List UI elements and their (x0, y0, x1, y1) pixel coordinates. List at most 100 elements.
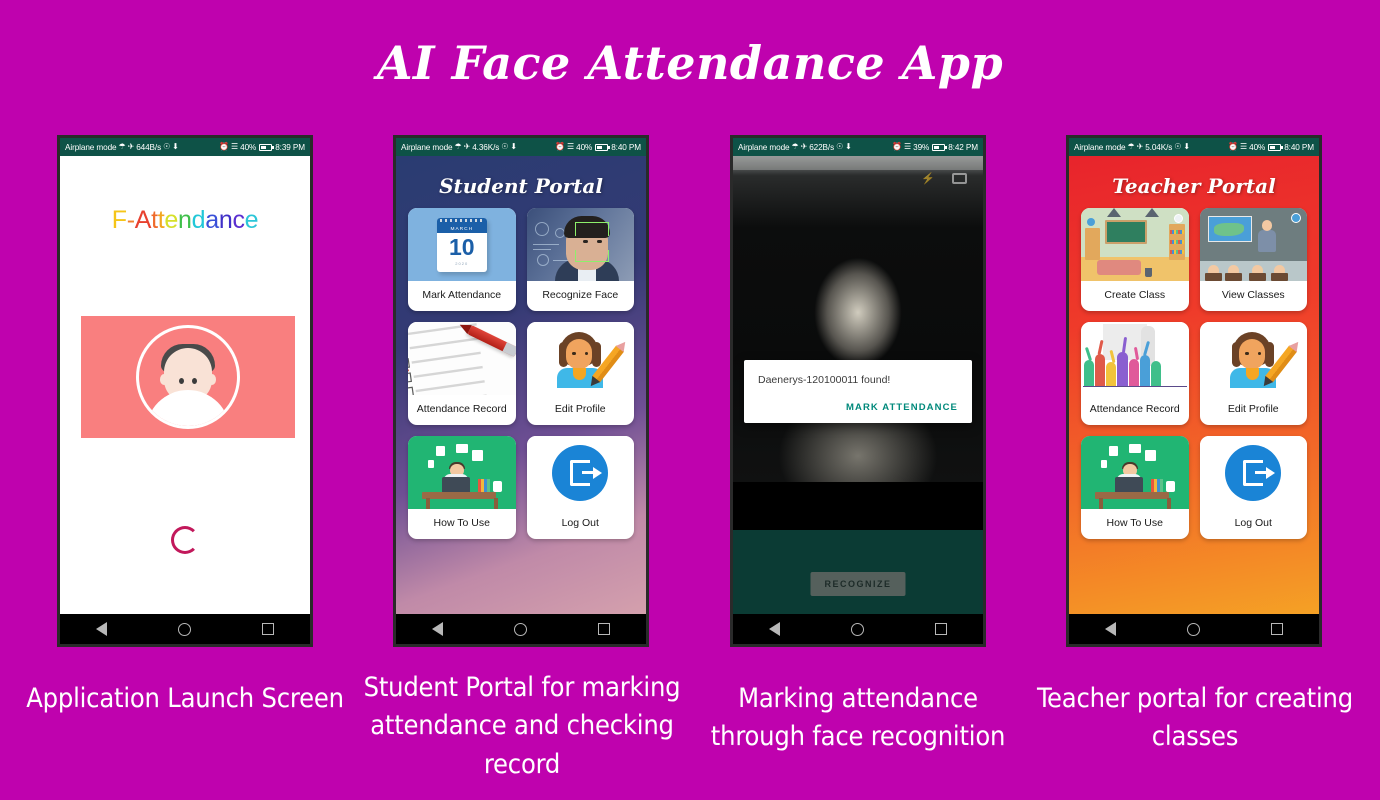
tile-grid: MARCH 10 2020 Mark Attendance Recognize … (406, 208, 636, 539)
wifi-icon: ☂ (118, 142, 126, 151)
home-circle-icon[interactable] (1186, 622, 1200, 636)
portal-title: Teacher Portal (1112, 174, 1276, 198)
teacher-portal-body: Teacher Portal Create Class View Classes… (1069, 156, 1319, 614)
battery-percent-label: 39% (913, 142, 930, 152)
tile-label: Attendance Record (1089, 403, 1180, 416)
tile-attendance-record[interactable]: ✓ ✓ ✓ ✓ Attendance Record (408, 322, 516, 425)
phone-mockup-face-recognition: Airplane mode ☂ ✈ 622B/s ☉ ⬇ ⏰ ☰ 39% 8:4… (730, 135, 986, 647)
recents-square-icon[interactable] (262, 623, 275, 635)
tile-recognize-face[interactable]: Recognize Face (526, 208, 634, 311)
portal-title: Student Portal (439, 174, 603, 198)
android-nav-bar (1069, 614, 1319, 644)
screen-teacher-portal: Airplane mode ☂ ✈ 5.04K/s ☉ ⬇ ⏰ ☰ 40% 8:… (1069, 138, 1319, 644)
whatsapp-icon: ☉ (836, 142, 844, 151)
desk-worker-icon (408, 436, 516, 509)
wifi-icon: ☂ (791, 142, 799, 151)
tile-how-to-use[interactable]: How To Use (408, 436, 516, 539)
battery-icon (932, 143, 948, 151)
loading-spinner-icon (171, 526, 199, 554)
logout-icon (526, 436, 634, 509)
wifi-icon: ☂ (1127, 142, 1135, 151)
caption-splash: Application Launch Screen (26, 683, 344, 714)
recents-square-icon[interactable] (1271, 623, 1284, 635)
back-triangle-icon[interactable] (768, 622, 780, 636)
tile-label: Log Out (561, 517, 599, 530)
caption-face-recognition: Marking attendance through face recognit… (710, 683, 1006, 753)
phone-mockup-student-portal: Airplane mode ☂ ✈ 4.36K/s ☉ ⬇ ⏰ ☰ 40% 8:… (393, 135, 649, 647)
dialog-message: Daenerys-120100011 found! (758, 374, 891, 386)
battery-icon (595, 143, 611, 151)
wifi-icon: ☂ (454, 142, 462, 151)
tile-label: Attendance Record (416, 403, 507, 416)
screen-splash: Airplane mode ☂ ✈ 644B/s ☉ ⬇ ⏰ ☰ 40% 8:3… (60, 138, 310, 644)
vibrate-icon: ☰ (1240, 142, 1248, 151)
logout-icon (1199, 436, 1307, 509)
tile-grid: Create Class View Classes Attendance Rec… (1079, 208, 1309, 539)
flash-auto-icon[interactable]: ⚡ (921, 172, 935, 185)
recognition-dialog: Daenerys-120100011 found! MARK ATTENDANC… (744, 360, 972, 423)
alarm-icon: ⏰ (1228, 142, 1239, 151)
splash-body: F-Attendance (60, 156, 310, 614)
tile-label: How To Use (433, 517, 490, 530)
tile-how-to-use[interactable]: How To Use (1081, 436, 1189, 539)
network-speed-label: 622B/s (809, 142, 835, 152)
status-bar: Airplane mode ☂ ✈ 5.04K/s ☉ ⬇ ⏰ ☰ 40% 8:… (1069, 138, 1319, 156)
tile-label: How To Use (1106, 517, 1163, 530)
whatsapp-icon: ☉ (1174, 142, 1182, 151)
phone-mockup-splash: Airplane mode ☂ ✈ 644B/s ☉ ⬇ ⏰ ☰ 40% 8:3… (57, 135, 313, 647)
android-nav-bar (396, 614, 646, 644)
teacher-portal-screen: Teacher Portal Create Class View Classes… (1069, 156, 1319, 614)
desk-worker-icon (1081, 436, 1189, 509)
tile-log-out[interactable]: Log Out (1199, 436, 1307, 539)
phone-mockup-teacher-portal: Airplane mode ☂ ✈ 5.04K/s ☉ ⬇ ⏰ ☰ 40% 8:… (1066, 135, 1322, 647)
back-triangle-icon[interactable] (95, 622, 107, 636)
android-nav-bar (733, 614, 983, 644)
tile-create-class[interactable]: Create Class (1081, 208, 1189, 311)
tile-view-classes[interactable]: View Classes (1199, 208, 1307, 311)
calendar-icon: MARCH 10 2020 (408, 208, 516, 281)
screen-face-recognition: Airplane mode ☂ ✈ 622B/s ☉ ⬇ ⏰ ☰ 39% 8:4… (733, 138, 983, 644)
download-icon: ⬇ (845, 142, 852, 151)
home-circle-icon[interactable] (177, 622, 191, 636)
battery-percent-label: 40% (240, 142, 257, 152)
tile-label: View Classes (1221, 289, 1285, 302)
back-triangle-icon[interactable] (1104, 622, 1116, 636)
network-speed-label: 644B/s (136, 142, 162, 152)
recents-square-icon[interactable] (598, 623, 611, 635)
clock-label: 8:42 PM (948, 142, 978, 152)
airplane-icon: ✈ (127, 142, 135, 151)
airplane-icon: ✈ (463, 142, 471, 151)
tile-mark-attendance[interactable]: MARCH 10 2020 Mark Attendance (408, 208, 516, 311)
poster-root: AI Face Attendance App Airplane mode ☂ ✈… (0, 0, 1380, 800)
download-icon: ⬇ (510, 142, 517, 151)
airplane-mode-label: Airplane mode (1074, 142, 1126, 152)
alarm-icon: ⏰ (555, 142, 566, 151)
classroom-icon (1081, 208, 1189, 281)
screen-student-portal: Airplane mode ☂ ✈ 4.36K/s ☉ ⬇ ⏰ ☰ 40% 8:… (396, 138, 646, 644)
tile-attendance-record[interactable]: Attendance Record (1081, 322, 1189, 425)
tile-log-out[interactable]: Log Out (526, 436, 634, 539)
airplane-icon: ✈ (1136, 142, 1144, 151)
splash-screen: F-Attendance (60, 156, 310, 614)
back-triangle-icon[interactable] (431, 622, 443, 636)
camera-switch-icon[interactable] (952, 173, 967, 184)
tile-edit-profile[interactable]: Edit Profile (526, 322, 634, 425)
mark-attendance-button[interactable]: MARK ATTENDANCE (846, 402, 958, 413)
recents-square-icon[interactable] (935, 623, 948, 635)
home-circle-icon[interactable] (850, 622, 864, 636)
calendar-day-label: 10 (448, 233, 475, 260)
battery-icon (1268, 143, 1284, 151)
camera-body: ⚡ Daenerys-120100011 found! MARK ATTENDA… (733, 156, 983, 614)
alarm-icon: ⏰ (892, 142, 903, 151)
tile-label: Create Class (1104, 289, 1166, 302)
home-circle-icon[interactable] (513, 622, 527, 636)
caption-teacher-portal: Teacher portal for creating classes (1037, 683, 1353, 753)
vibrate-icon: ☰ (567, 142, 575, 151)
camera-controls: RECOGNIZE (733, 530, 983, 614)
tile-label: Recognize Face (542, 289, 619, 302)
whatsapp-icon: ☉ (501, 142, 509, 151)
tile-edit-profile[interactable]: Edit Profile (1199, 322, 1307, 425)
class-students-icon (1199, 208, 1307, 281)
calendar-year-label: 2020 (455, 260, 469, 266)
recognize-button[interactable]: RECOGNIZE (810, 572, 906, 596)
